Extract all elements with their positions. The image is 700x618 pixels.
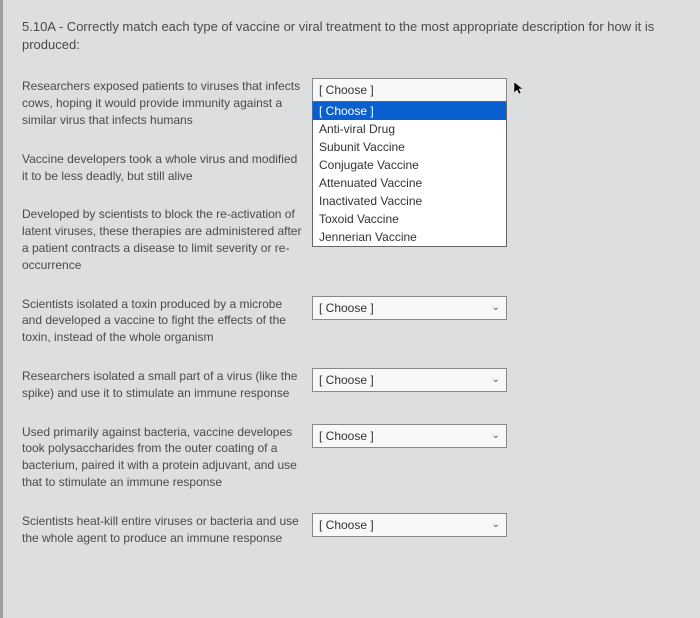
select-value: [ Choose ] — [319, 518, 374, 532]
dropdown-option[interactable]: Conjugate Vaccine — [313, 156, 506, 174]
select-dropdown[interactable]: [ Choose ] ⌄ — [312, 368, 507, 392]
left-border — [0, 0, 3, 618]
row-description: Researchers isolated a small part of a v… — [22, 368, 312, 402]
match-row: Used primarily against bacteria, vaccine… — [22, 424, 678, 491]
row-description: Researchers exposed patients to viruses … — [22, 78, 312, 128]
select-wrap: [ Choose ] ⌄ — [312, 296, 507, 320]
dropdown-option[interactable]: Anti-viral Drug — [313, 120, 506, 138]
select-value: [ Choose ] — [319, 429, 374, 443]
dropdown-option[interactable]: Inactivated Vaccine — [313, 192, 506, 210]
select-dropdown[interactable]: [ Choose ] ⌄ — [312, 513, 507, 537]
row-description: Used primarily against bacteria, vaccine… — [22, 424, 312, 491]
chevron-down-icon: ⌄ — [492, 430, 500, 441]
select-wrap: [ Choose ] ⌄ — [312, 513, 507, 537]
match-row: Researchers exposed patients to viruses … — [22, 78, 678, 128]
row-description: Developed by scientists to block the re-… — [22, 206, 312, 273]
select-wrap: [ Choose ] ⌄ — [312, 368, 507, 392]
question-text: 5.10A - Correctly match each type of vac… — [22, 18, 678, 54]
row-description: Scientists heat-kill entire viruses or b… — [22, 513, 312, 547]
select-dropdown[interactable]: [ Choose ] ⌄ — [312, 296, 507, 320]
match-row: Researchers isolated a small part of a v… — [22, 368, 678, 402]
select-dropdown[interactable]: [ Choose ] — [312, 78, 507, 102]
row-description: Vaccine developers took a whole virus an… — [22, 151, 312, 185]
select-value: [ Choose ] — [319, 301, 374, 315]
question-container: 5.10A - Correctly match each type of vac… — [0, 0, 700, 586]
match-row: Scientists heat-kill entire viruses or b… — [22, 513, 678, 547]
select-wrap: [ Choose ] ⌄ — [312, 424, 507, 448]
row-description: Scientists isolated a toxin produced by … — [22, 296, 312, 346]
select-wrap: [ Choose ] [ Choose ] Anti-viral Drug Su… — [312, 78, 507, 102]
select-value: [ Choose ] — [319, 373, 374, 387]
select-dropdown[interactable]: [ Choose ] ⌄ — [312, 424, 507, 448]
chevron-down-icon: ⌄ — [492, 519, 500, 530]
dropdown-list: [ Choose ] Anti-viral Drug Subunit Vacci… — [312, 101, 507, 247]
select-value: [ Choose ] — [319, 83, 374, 97]
chevron-down-icon: ⌄ — [492, 374, 500, 385]
match-row: Scientists isolated a toxin produced by … — [22, 296, 678, 346]
dropdown-option[interactable]: Jennerian Vaccine — [313, 228, 506, 246]
dropdown-option[interactable]: Attenuated Vaccine — [313, 174, 506, 192]
dropdown-option[interactable]: [ Choose ] — [313, 102, 506, 120]
chevron-down-icon: ⌄ — [492, 302, 500, 313]
dropdown-option[interactable]: Subunit Vaccine — [313, 138, 506, 156]
dropdown-option[interactable]: Toxoid Vaccine — [313, 210, 506, 228]
